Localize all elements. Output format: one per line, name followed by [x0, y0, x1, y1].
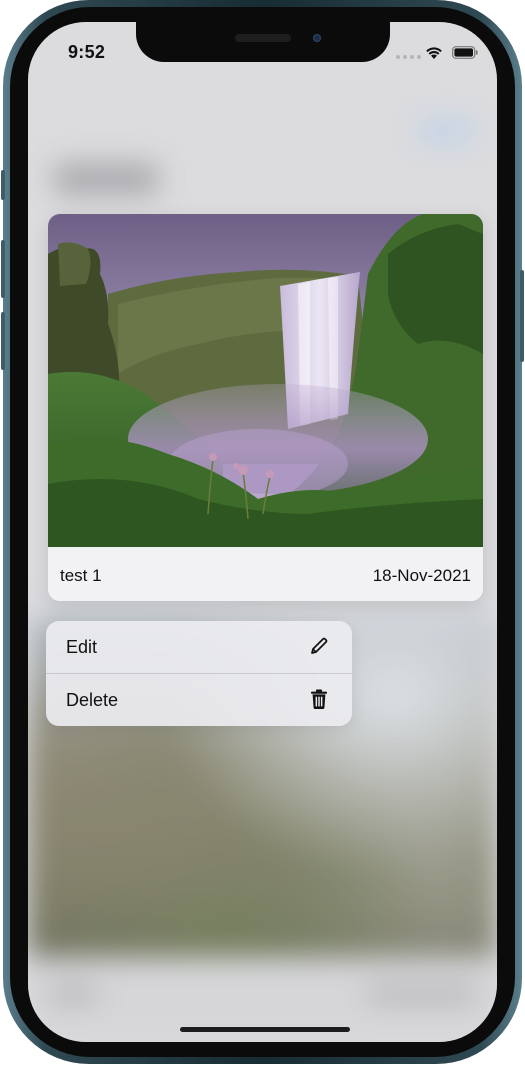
front-camera: [313, 34, 321, 42]
volume-down-button: [1, 312, 5, 370]
speaker-grille: [235, 34, 291, 42]
pencil-icon: [311, 637, 328, 654]
notch: [136, 22, 390, 62]
edit-label: Edit: [66, 637, 98, 657]
waterfall-photo: [48, 214, 483, 547]
status-time: 9:52: [68, 42, 106, 62]
battery-icon: [452, 46, 478, 59]
wifi-icon: [426, 47, 442, 59]
photo-date: 18-Nov-2021: [372, 566, 471, 585]
delete-menu-item[interactable]: Delete: [46, 674, 352, 726]
home-indicator[interactable]: [180, 1027, 350, 1032]
side-button: [1, 170, 5, 200]
context-menu: Edit Delete: [46, 621, 352, 726]
volume-up-button: [1, 240, 5, 298]
screen: 9:52 test 1 18-Nov-2021 Edit Delete: [28, 22, 497, 1042]
photo-preview-card: test 1 18-Nov-2021: [48, 214, 483, 601]
cellular-signal-icon: [396, 55, 421, 59]
trash-icon: [311, 689, 327, 709]
delete-label: Delete: [66, 690, 119, 710]
photo-title: test 1: [60, 566, 102, 585]
edit-menu-item[interactable]: Edit: [46, 621, 352, 673]
power-button: [520, 270, 524, 362]
card-footer: test 1 18-Nov-2021: [48, 547, 483, 601]
phone-device: 9:52 test 1 18-Nov-2021 Edit Delete: [0, 0, 525, 1066]
